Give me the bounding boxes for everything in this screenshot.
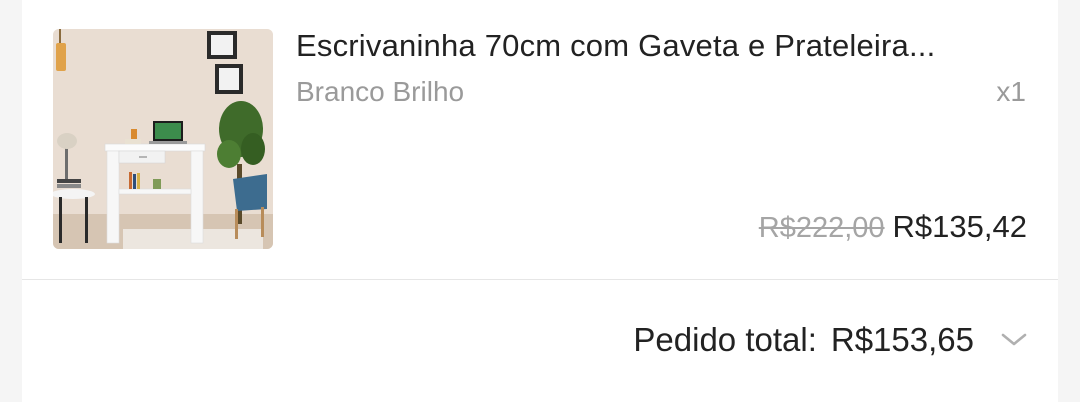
discounted-price: R$135,42: [892, 209, 1027, 244]
product-variant: Branco Brilho: [296, 76, 465, 107]
order-item-card: Escrivaninha 70cm com Gaveta e Prateleir…: [22, 0, 1058, 402]
product-row[interactable]: Escrivaninha 70cm com Gaveta e Prateleir…: [22, 0, 1058, 280]
original-price: R$222,00: [758, 212, 885, 244]
chevron-down-icon[interactable]: [998, 324, 1030, 356]
order-total-label: Pedido total:: [633, 321, 817, 358]
product-quantity: x1: [996, 76, 1026, 107]
divider: [22, 279, 1058, 280]
order-total-toggle[interactable]: Pedido total: R$153,65: [633, 321, 1030, 359]
order-total-value: R$153,65: [830, 321, 974, 358]
product-title[interactable]: Escrivaninha 70cm com Gaveta e Prateleir…: [296, 28, 1036, 64]
product-thumbnail[interactable]: [53, 29, 273, 249]
price-group: R$222,00 R$135,42: [759, 209, 1027, 245]
